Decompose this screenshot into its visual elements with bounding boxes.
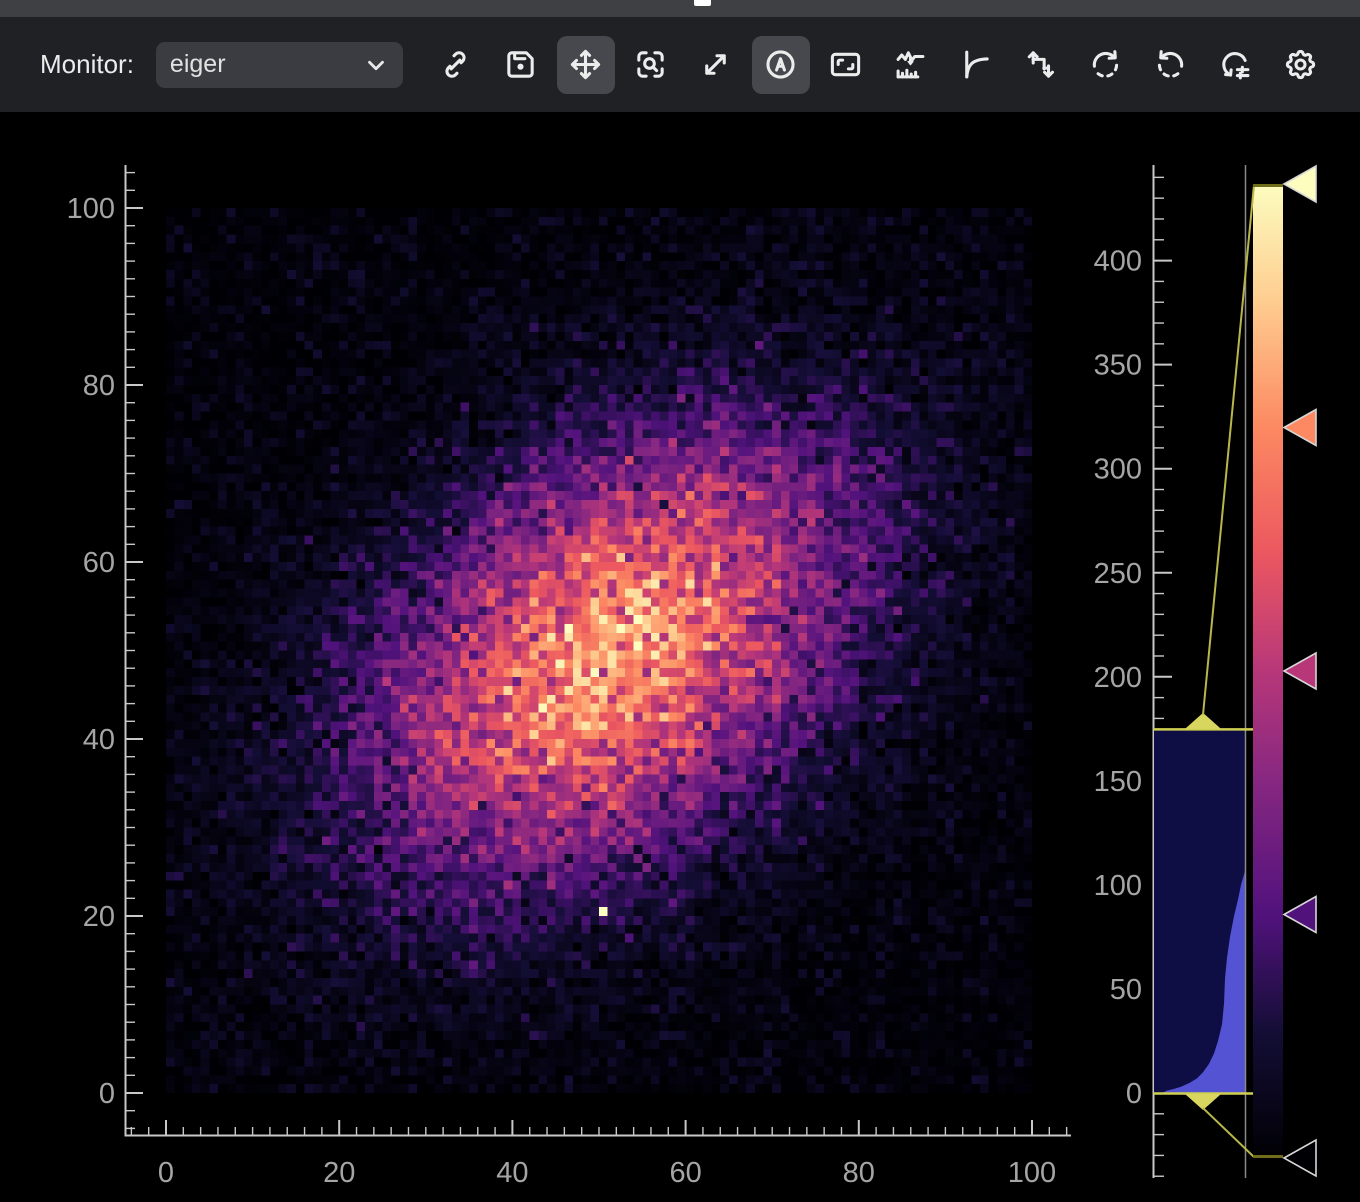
rotate-ccw-button[interactable]	[1142, 36, 1200, 94]
settings-button[interactable]	[1272, 36, 1330, 94]
save-button[interactable]	[492, 36, 550, 94]
x-axis-tick-labels: 0 20 40 60 80 100	[158, 1157, 1056, 1189]
histogram-icon	[893, 47, 928, 82]
zoom-area-button[interactable]	[622, 36, 680, 94]
svg-text:350: 350	[1094, 350, 1142, 382]
gear-icon	[1283, 47, 1318, 82]
colormap-stop-markers	[1284, 166, 1316, 1176]
plot-overlay: 0 20 40 60 80 100 0 20 40 60 80 100 0 50 100 150 200 250 3…	[0, 112, 1360, 1202]
colormap-marker[interactable]	[1284, 166, 1316, 202]
arrows-diagonal-icon	[698, 47, 733, 82]
rotate-cw-button[interactable]	[1077, 36, 1135, 94]
colormap-marker[interactable]	[1284, 410, 1316, 446]
svg-text:0: 0	[99, 1078, 115, 1110]
swap-axes-icon	[1023, 47, 1058, 82]
rotate-clockwise-icon	[1088, 47, 1123, 82]
monitor-select-value: eiger	[170, 50, 226, 79]
histogram-button[interactable]	[882, 36, 940, 94]
monitor-label: Monitor:	[40, 49, 134, 80]
zoom-in-area-icon	[633, 47, 668, 82]
svg-text:100: 100	[67, 193, 115, 225]
swap-axes-button[interactable]	[1012, 36, 1070, 94]
rotate-counterclockwise-icon	[1153, 47, 1188, 82]
svg-text:40: 40	[496, 1157, 528, 1189]
colormap-marker[interactable]	[1284, 1140, 1316, 1176]
circle-letter-a-icon	[763, 47, 798, 82]
app-window: Monitor: eiger 0204060801000204060801000…	[0, 0, 1360, 1202]
svg-text:20: 20	[83, 901, 115, 933]
floppy-disk-icon	[503, 47, 538, 82]
monitor-select[interactable]: eiger	[156, 42, 403, 88]
chevron-down-icon	[363, 52, 389, 78]
aspect-ratio-icon	[828, 47, 863, 82]
arrows-move-icon	[568, 47, 603, 82]
colorbar-tick-labels: 0 50 100 150 200 250 300 350 400	[1094, 246, 1142, 1110]
svg-text:250: 250	[1094, 558, 1142, 590]
link-icon	[438, 47, 473, 82]
svg-text:0: 0	[158, 1157, 174, 1189]
plot-axes	[125, 165, 1072, 1136]
log-curve-icon	[958, 47, 993, 82]
colormap-gradient-bar[interactable]	[1253, 184, 1283, 1158]
toolbar-buttons	[427, 36, 1330, 94]
titlebar	[0, 0, 1360, 17]
svg-text:80: 80	[83, 370, 115, 402]
svg-text:40: 40	[83, 724, 115, 756]
svg-text:100: 100	[1008, 1157, 1056, 1189]
reset-settings-button[interactable]	[1207, 36, 1265, 94]
autoscale-button[interactable]	[752, 36, 810, 94]
link-button[interactable]	[427, 36, 485, 94]
svg-text:400: 400	[1094, 246, 1142, 278]
svg-text:80: 80	[843, 1157, 875, 1189]
plot-stage: 0 20 40 60 80 100 0 20 40 60 80 100 0 50 100 150 200 250 3…	[0, 112, 1360, 1202]
svg-text:100: 100	[1094, 870, 1142, 902]
resize-diagonal-button[interactable]	[687, 36, 745, 94]
svg-text:60: 60	[669, 1157, 701, 1189]
svg-text:20: 20	[323, 1157, 355, 1189]
window-drag-handle[interactable]	[694, 0, 711, 6]
svg-text:0: 0	[1126, 1078, 1142, 1110]
svg-text:300: 300	[1094, 454, 1142, 486]
toolbar: Monitor: eiger	[0, 17, 1360, 112]
aspect-ratio-button[interactable]	[817, 36, 875, 94]
y-axis-tick-labels: 0 20 40 60 80 100	[67, 193, 115, 1110]
svg-text:60: 60	[83, 547, 115, 579]
colormap-marker[interactable]	[1284, 653, 1316, 689]
svg-text:50: 50	[1110, 974, 1142, 1006]
reset-sliders-icon	[1218, 47, 1253, 82]
svg-text:200: 200	[1094, 662, 1142, 694]
colormap-marker[interactable]	[1284, 897, 1316, 933]
svg-text:150: 150	[1094, 766, 1142, 798]
pan-button[interactable]	[557, 36, 615, 94]
scale-type-button[interactable]	[947, 36, 1005, 94]
